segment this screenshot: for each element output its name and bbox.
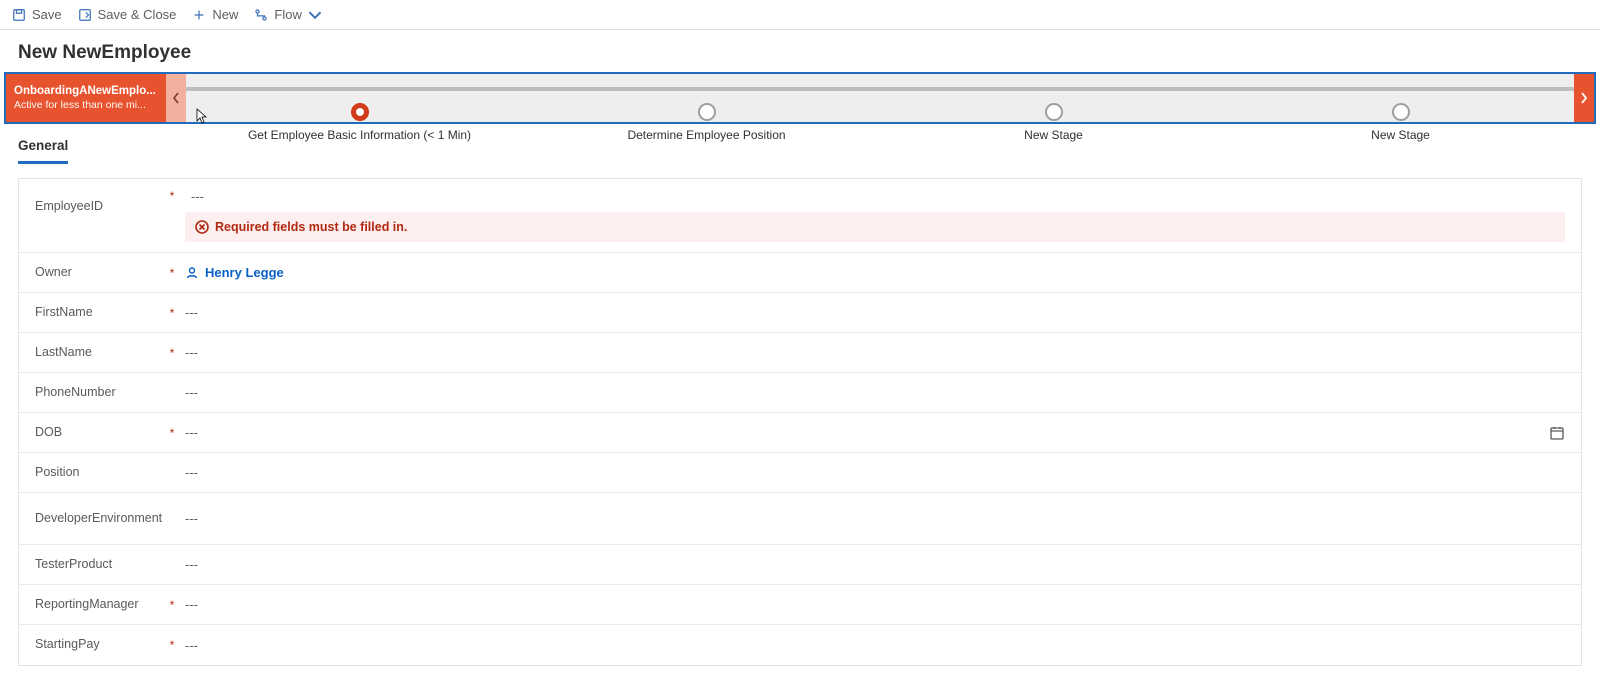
bpf-track xyxy=(186,87,1574,91)
chevron-left-icon xyxy=(171,90,181,106)
flow-icon xyxy=(254,8,268,22)
required-indicator: * xyxy=(165,189,179,203)
field-employeeid[interactable]: EmployeeID * --- Required fields must be… xyxy=(19,179,1581,253)
chevron-down-icon xyxy=(308,8,322,22)
field-value: --- xyxy=(185,305,198,320)
field-value: --- xyxy=(191,189,204,204)
field-value: --- xyxy=(185,385,198,400)
field-value: --- xyxy=(185,511,198,526)
error-icon xyxy=(195,220,209,234)
field-label: LastName xyxy=(35,335,165,371)
form-section-general: EmployeeID * --- Required fields must be… xyxy=(18,178,1582,666)
field-dob[interactable]: DOB * --- xyxy=(19,413,1581,453)
save-label: Save xyxy=(32,7,62,22)
record-header: New NewEmployee xyxy=(0,30,1600,72)
flow-button[interactable]: Flow xyxy=(254,7,321,22)
validation-error: Required fields must be filled in. xyxy=(185,212,1565,242)
command-bar: Save Save & Close New Flow xyxy=(0,0,1600,30)
field-label: StartingPay xyxy=(35,627,165,663)
required-indicator: * xyxy=(165,306,179,320)
field-starting-pay[interactable]: StartingPay * --- xyxy=(19,625,1581,665)
person-icon xyxy=(185,266,199,280)
bpf-stage-node xyxy=(1045,103,1063,121)
bpf-stage-node xyxy=(1392,103,1410,121)
save-icon xyxy=(12,8,26,22)
field-label: FirstName xyxy=(35,295,165,331)
field-value: --- xyxy=(185,345,198,360)
bpf-process-info[interactable]: OnboardingANewEmplo... Active for less t… xyxy=(6,74,166,122)
owner-lookup[interactable]: Henry Legge xyxy=(185,265,284,280)
bpf-stage-label: Determine Employee Position xyxy=(627,128,785,142)
tab-general[interactable]: General xyxy=(18,134,68,164)
required-indicator: * xyxy=(165,266,179,280)
field-lastname[interactable]: LastName * --- xyxy=(19,333,1581,373)
required-indicator: * xyxy=(165,346,179,360)
bpf-collapse-button[interactable] xyxy=(166,74,186,122)
field-label: EmployeeID xyxy=(35,189,165,225)
field-value: --- xyxy=(185,557,198,572)
save-close-icon xyxy=(78,8,92,22)
save-close-label: Save & Close xyxy=(98,7,177,22)
bpf-stage-node xyxy=(698,103,716,121)
form-tabs: General xyxy=(0,124,1600,164)
owner-name: Henry Legge xyxy=(205,265,284,280)
field-label: Position xyxy=(35,455,165,491)
field-phonenumber[interactable]: PhoneNumber --- xyxy=(19,373,1581,413)
page-title: New NewEmployee xyxy=(18,42,1582,64)
field-label: DeveloperEnvironment xyxy=(35,501,165,537)
field-value: --- xyxy=(185,638,198,653)
plus-icon xyxy=(192,8,206,22)
bpf-next-button[interactable] xyxy=(1574,74,1594,122)
field-label: ReportingManager xyxy=(35,587,165,623)
bpf-stage-node xyxy=(351,103,369,121)
save-button[interactable]: Save xyxy=(12,7,62,22)
bpf-stage-label: Get Employee Basic Information (< 1 Min) xyxy=(248,128,471,142)
field-label: DOB xyxy=(35,415,165,451)
calendar-icon[interactable] xyxy=(1549,425,1565,441)
bpf-stage-label: New Stage xyxy=(1024,128,1083,142)
chevron-right-icon xyxy=(1579,90,1589,106)
field-label: PhoneNumber xyxy=(35,375,165,411)
field-value: --- xyxy=(185,597,198,612)
flow-label: Flow xyxy=(274,7,301,22)
field-owner[interactable]: Owner * Henry Legge xyxy=(19,253,1581,293)
field-label: Owner xyxy=(35,255,165,291)
field-reporting-manager[interactable]: ReportingManager * --- xyxy=(19,585,1581,625)
field-position[interactable]: Position --- xyxy=(19,453,1581,493)
save-close-button[interactable]: Save & Close xyxy=(78,7,177,22)
field-value: --- xyxy=(185,465,198,480)
field-label: TesterProduct xyxy=(35,547,165,583)
bpf-stage-label: New Stage xyxy=(1371,128,1430,142)
required-indicator: * xyxy=(165,638,179,652)
bpf-process-status: Active for less than one mi... xyxy=(14,99,158,112)
business-process-flow: OnboardingANewEmplo... Active for less t… xyxy=(4,72,1596,124)
bpf-stages: Get Employee Basic Information (< 1 Min)… xyxy=(186,74,1574,122)
field-value: --- xyxy=(185,425,198,440)
bpf-process-name: OnboardingANewEmplo... xyxy=(14,84,158,98)
required-indicator: * xyxy=(165,426,179,440)
new-button[interactable]: New xyxy=(192,7,238,22)
field-firstname[interactable]: FirstName * --- xyxy=(19,293,1581,333)
validation-text: Required fields must be filled in. xyxy=(215,220,407,234)
new-label: New xyxy=(212,7,238,22)
field-tester-product[interactable]: TesterProduct --- xyxy=(19,545,1581,585)
field-developer-environment[interactable]: DeveloperEnvironment --- xyxy=(19,493,1581,545)
required-indicator: * xyxy=(165,598,179,612)
